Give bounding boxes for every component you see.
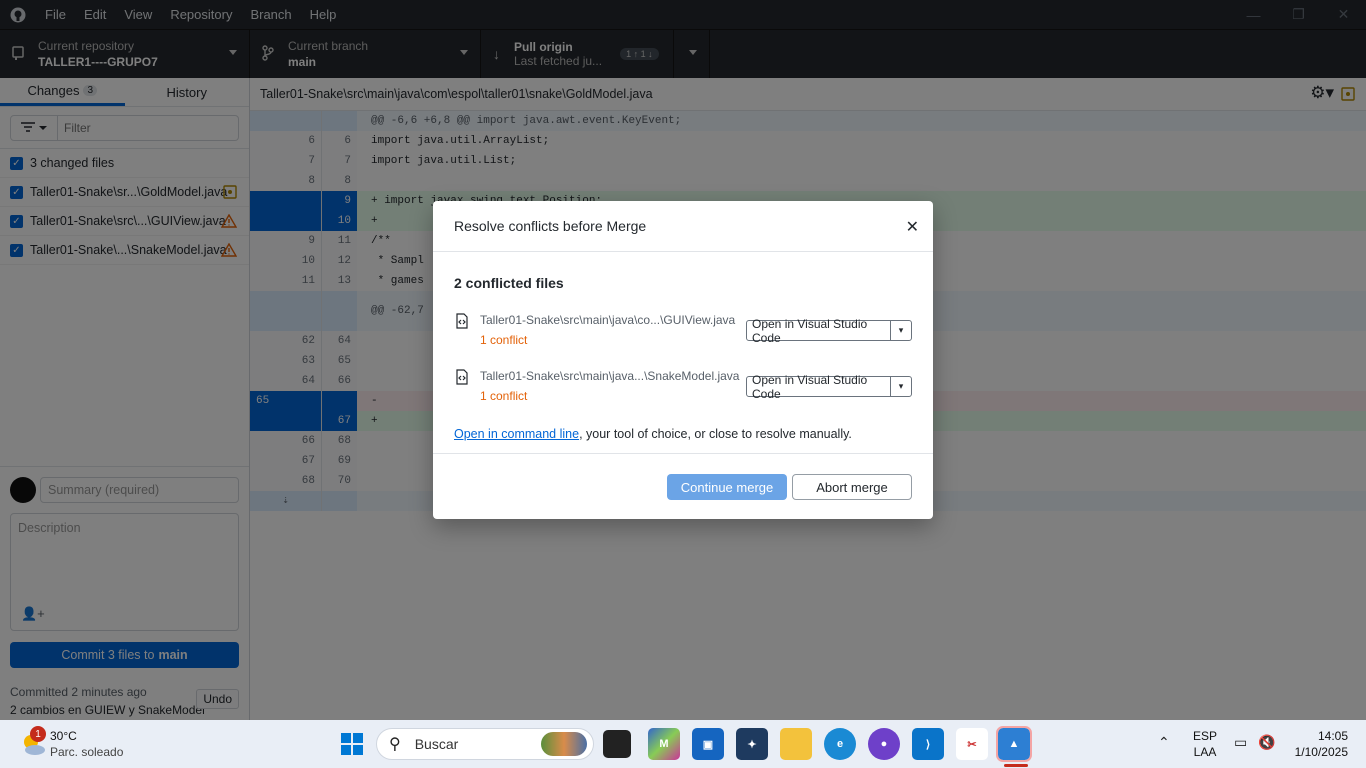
search-icon: ⚲	[389, 736, 401, 753]
m365-icon[interactable]: M	[648, 728, 680, 760]
active-app-indicator	[1004, 764, 1028, 767]
search-label: Buscar	[414, 736, 459, 752]
volume-muted-icon[interactable]: 🔇	[1258, 734, 1275, 751]
conflict-count: 1 conflict	[480, 333, 528, 347]
conflicted-file-name: Taller01-Snake\src\main\java...\SnakeMod…	[480, 369, 740, 383]
notification-badge: 1	[30, 726, 46, 742]
taskbar-search[interactable]: ⚲ Buscar	[376, 728, 594, 760]
edge-icon[interactable]: e	[824, 728, 856, 760]
photos-icon[interactable]: ▲	[996, 726, 1032, 762]
open-in-editor-button[interactable]: Open in Visual Studio Code ▾	[746, 373, 912, 401]
github-desktop-icon[interactable]: ●	[868, 728, 900, 760]
clock-time: 14:05	[1317, 729, 1348, 743]
clock-date: 1/10/2025	[1294, 745, 1348, 759]
dialog-divider	[433, 453, 933, 454]
store-icon[interactable]: ▣	[692, 728, 724, 760]
open-in-editor-button[interactable]: Open in Visual Studio Code ▾	[746, 317, 912, 345]
language-indicator[interactable]: ESP LAA	[1193, 729, 1217, 759]
close-icon[interactable]: ✕	[906, 217, 919, 237]
conflicted-file: Taller01-Snake\src\main\java...\SnakeMod…	[454, 369, 739, 403]
chevron-down-icon[interactable]: ▾	[891, 377, 911, 396]
conflict-count: 1 conflict	[480, 389, 528, 403]
snipping-tool-icon[interactable]: ✂	[956, 728, 988, 760]
file-explorer-icon[interactable]	[780, 728, 812, 760]
abort-merge-button[interactable]: Abort merge	[792, 474, 912, 500]
chevron-up-icon[interactable]: ⌃	[1158, 734, 1170, 751]
taskbar: 1 30°C Parc. soleado ⚲ Buscar M ▣ ✦ e ● …	[0, 720, 1366, 768]
network-icon[interactable]: ▭	[1234, 734, 1247, 751]
lang-code: ESP	[1193, 729, 1218, 743]
windows-start-icon[interactable]	[336, 728, 368, 760]
conflict-heading: 2 conflicted files	[454, 275, 564, 291]
conflicted-file: Taller01-Snake\src\main\java\co...\GUIVi…	[454, 313, 735, 347]
open-command-line-link[interactable]: Open in command line	[454, 427, 579, 441]
open-in-editor-label: Open in Visual Studio Code	[747, 317, 891, 345]
resolve-conflicts-dialog: Resolve conflicts before Merge ✕ 2 confl…	[433, 201, 933, 519]
file-code-icon	[454, 369, 470, 388]
open-in-editor-label: Open in Visual Studio Code	[747, 373, 891, 401]
chevron-down-icon[interactable]: ▾	[891, 321, 911, 340]
lang-layout: LAA	[1193, 745, 1217, 759]
continue-merge-button[interactable]: Continue merge	[667, 474, 787, 500]
dialog-title: Resolve conflicts before Merge	[433, 201, 933, 252]
vscode-icon[interactable]: ⟩	[912, 728, 944, 760]
conflicted-file-name: Taller01-Snake\src\main\java\co...\GUIVi…	[480, 313, 736, 327]
weather-temp: 30°C	[50, 729, 77, 743]
app-icon[interactable]: ✦	[736, 728, 768, 760]
weather-desc: Parc. soleado	[50, 745, 124, 759]
cmd-line-rest: , your tool of choice, or close to resol…	[579, 427, 852, 441]
clock[interactable]: 14:05 1/10/2025	[1290, 729, 1348, 759]
search-highlight-image	[541, 732, 587, 756]
cmd-line-text: Open in command line, your tool of choic…	[454, 427, 852, 441]
file-code-icon	[454, 313, 470, 332]
weather-info[interactable]: 30°C Parc. soleado	[50, 729, 123, 759]
weather-icon[interactable]: 1	[18, 726, 48, 758]
task-view-icon[interactable]	[603, 730, 631, 758]
